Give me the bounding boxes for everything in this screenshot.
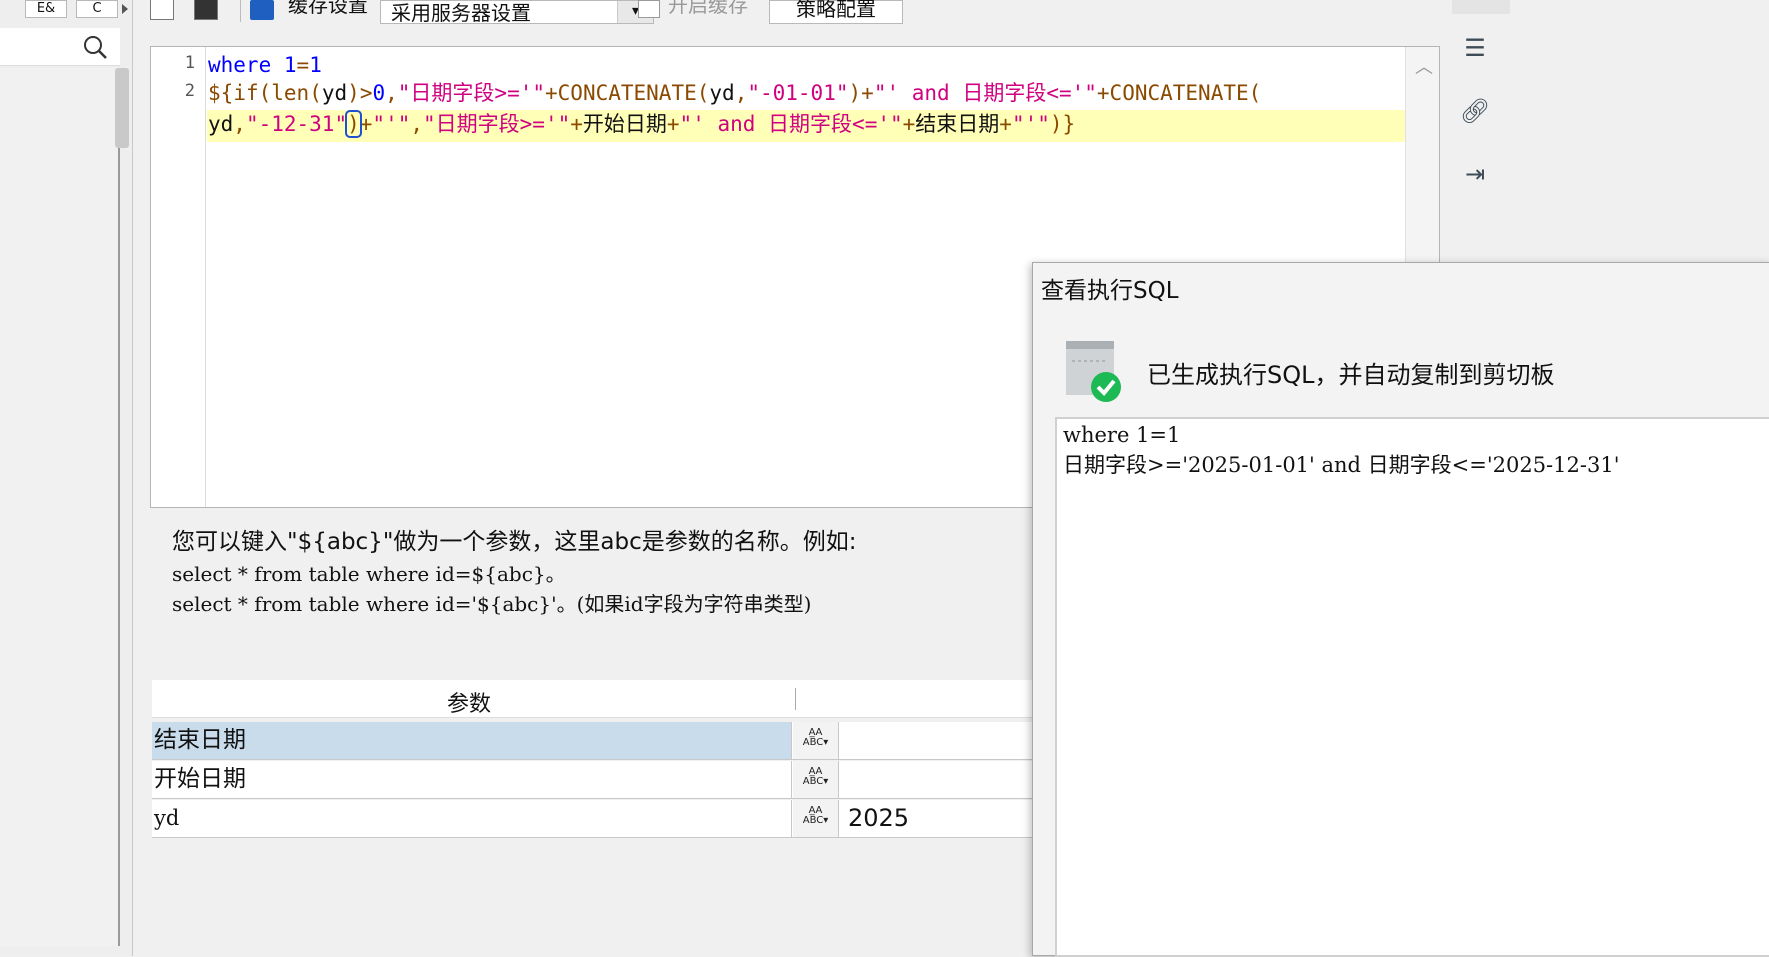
search-input[interactable] [0,28,120,66]
column-header-param: 参数 [447,692,492,717]
code-line-2-wrap[interactable]: yd,"-12-31")+"'","日期字段>='"+开始日期+"' and 日… [208,108,1075,140]
sql-line: where 1=1 [1063,423,1181,447]
parameter-table-header: 参数 [152,680,1050,718]
left-panel: E& C [0,0,133,956]
hint-example-1: select * from table where id=${abc}。 [172,562,566,586]
dialog-message: 已生成执行SQL，并自动复制到剪切板 [1147,361,1555,389]
save-icon[interactable] [194,0,218,20]
cache-select[interactable]: 采用服务器设置 ▾ [380,0,654,25]
view-sql-dialog: 查看执行SQL 已生成执行SQL，并自动复制到剪切板 where 1=1 日期字… [1032,262,1769,957]
table-row[interactable]: 结束日期 A̲A ABC▾ [152,722,1050,760]
hint-example-2: select * from table where id='${abc}'。(如… [172,592,812,616]
right-toolbar-header [1452,0,1510,14]
toolbar: 缓存设置 采用服务器设置 ▾ 开启缓存 策略配置 [150,0,1440,26]
hint-title: 您可以键入"${abc}"做为一个参数，这里abc是参数的名称。例如: [172,529,857,555]
table-row[interactable]: yd A̲A ABC▾ 2025 [152,800,1050,838]
edit-button[interactable]: E& [25,0,67,18]
dialog-title: 查看执行SQL [1041,278,1179,304]
expand-arrow-icon[interactable] [122,4,128,14]
enable-cache-checkbox[interactable] [638,0,660,18]
search-icon[interactable] [82,34,108,60]
cache-settings-icon[interactable] [250,0,274,20]
line-number: 2 [184,81,195,101]
generated-sql-textarea[interactable]: where 1=1 日期字段>='2025-01-01' and 日期字段<='… [1055,417,1769,957]
export-icon[interactable]: ⇥ [1458,158,1492,192]
abc-type-icon[interactable]: A̲A ABC▾ [793,722,839,759]
param-value-input[interactable] [842,761,1050,798]
sql-line: 日期字段>='2025-01-01' and 日期字段<='2025-12-31… [1063,453,1620,477]
parameter-hint: 您可以键入"${abc}"做为一个参数，这里abc是参数的名称。例如: sele… [150,510,1050,680]
toolbar-divider [240,0,241,22]
line-gutter: 1 2 [151,47,206,507]
preview-icon[interactable] [150,0,174,20]
cache-label: 缓存设置 [288,0,368,17]
format-icon[interactable]: ☰ [1458,32,1492,66]
success-check-icon [1066,341,1121,402]
refresh-button[interactable]: C [76,0,118,18]
param-name[interactable]: yd [152,800,792,837]
table-row[interactable]: 开始日期 A̲A ABC▾ [152,761,1050,799]
param-name[interactable]: 开始日期 [152,761,792,798]
line-number: 1 [184,53,195,73]
dataset-tree[interactable] [0,68,120,946]
link-icon[interactable]: 🔗︎ [1458,95,1492,129]
abc-type-icon[interactable]: A̲A ABC▾ [793,800,839,837]
enable-cache-label: 开启缓存 [668,0,748,17]
code-line-2[interactable]: ${if(len(yd)>0,"日期字段>='"+CONCATENATE(yd,… [208,77,1261,109]
strategy-config-button[interactable]: 策略配置 [769,0,903,24]
scrollbar-thumb[interactable] [115,68,129,148]
parameter-table: 参数 结束日期 A̲A ABC▾ 开始日期 A̲A ABC▾ yd A̲A ABC▾ … [150,680,1050,956]
param-value-input[interactable] [842,722,1050,759]
cache-select-value: 采用服务器设置 [391,1,531,25]
column-divider[interactable] [795,688,796,710]
param-value-input[interactable]: 2025 [842,800,1050,837]
param-name[interactable]: 结束日期 [152,722,792,759]
dialog-titlebar[interactable]: 查看执行SQL [1033,263,1769,311]
abc-type-icon[interactable]: A̲A ABC▾ [793,761,839,798]
chevron-up-icon[interactable]: ︿ [1415,53,1433,79]
